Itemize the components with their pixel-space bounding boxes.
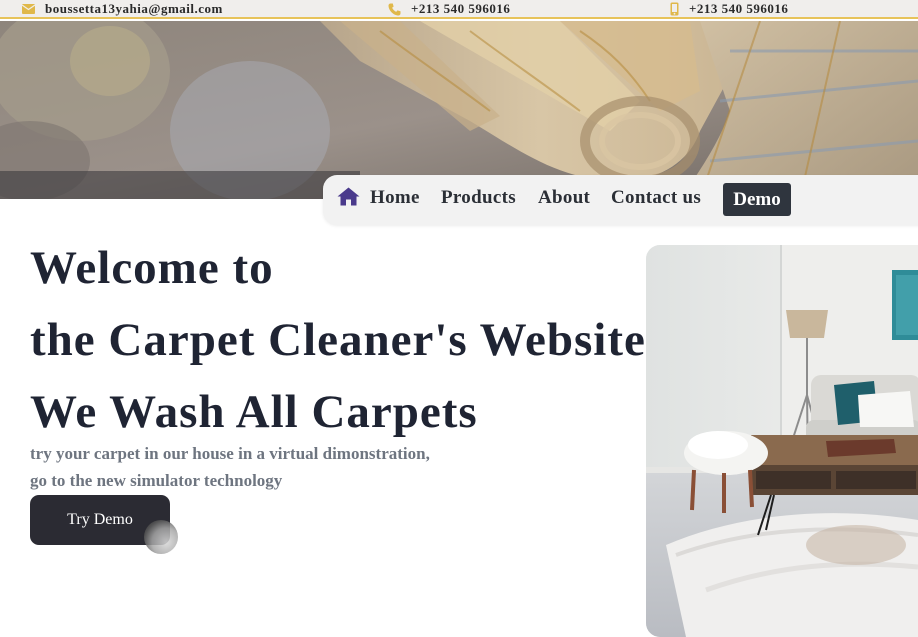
headline-line-2: the Carpet Cleaner's Website, [30, 314, 659, 366]
subtext-line-1: try your carpet in our house in a virtua… [30, 444, 430, 463]
contact-bar: boussetta13yahia@gmail.com +213 540 5960… [0, 0, 918, 19]
mobile-contact[interactable]: +213 540 596016 [670, 1, 788, 17]
mobile-phone-icon [670, 2, 679, 16]
email-contact[interactable]: boussetta13yahia@gmail.com [22, 1, 223, 17]
house-icon[interactable] [337, 187, 360, 211]
mobile-text: +213 540 596016 [689, 1, 789, 16]
headline-line-3: We Wash All Carpets [30, 386, 478, 438]
nav-item-home[interactable]: Home [370, 187, 420, 209]
page-headline: Welcome to the Carpet Cleaner's Website,… [30, 232, 659, 448]
hero-carpet-image [0, 21, 918, 199]
nav-item-contact-us[interactable]: Contact us [611, 187, 701, 209]
cursor-ripple [144, 520, 178, 554]
demo-nav-button[interactable]: Demo [723, 183, 791, 216]
nav-item-about[interactable]: About [538, 187, 590, 209]
nav-item-products[interactable]: Products [441, 187, 516, 209]
phone-text: +213 540 596016 [411, 1, 511, 16]
phone-icon [388, 3, 401, 16]
envelope-icon [22, 4, 35, 14]
email-text: boussetta13yahia@gmail.com [45, 1, 223, 16]
headline-line-1: Welcome to [30, 242, 274, 294]
phone-contact[interactable]: +213 540 596016 [388, 1, 510, 17]
main-nav: Home Products About Contact us Demo [323, 175, 918, 225]
subtext-line-2: go to the new simulator technology [30, 471, 283, 490]
living-room-image [646, 245, 918, 637]
